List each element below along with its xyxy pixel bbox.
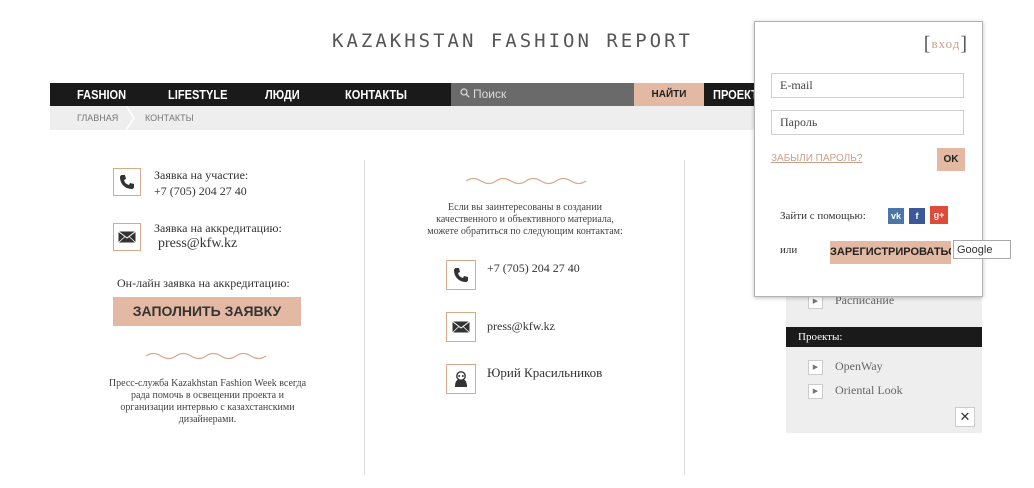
accreditation-label: Заявка на аккредитацию: xyxy=(154,221,282,235)
login-popup: [вход] ЗАБЫЛИ ПАРОЛЬ? OK Зайти с помощью… xyxy=(754,21,983,297)
nav-item-projects[interactable]: ПРОЕКТ xyxy=(713,83,758,106)
register-button[interactable]: ЗАРЕГИСТРИРОВАТЬСЯ xyxy=(830,241,951,264)
search-icon xyxy=(460,83,470,106)
vk-icon[interactable]: vk xyxy=(888,208,904,224)
nav-item-fashion[interactable]: FASHION xyxy=(77,83,126,106)
social-login-label: Зайти с помощью: xyxy=(780,210,866,222)
online-application-label: Он-лайн заявка на аккредитацию: xyxy=(117,276,290,290)
nav-item-contacts[interactable]: КОНТАКТЫ xyxy=(345,83,407,106)
sidebar-item-openway[interactable]: ▶ OpenWay xyxy=(808,359,883,375)
column-divider xyxy=(684,160,685,475)
email-field[interactable] xyxy=(771,73,964,98)
projects-header: Проекты: xyxy=(786,327,982,347)
contact-phone[interactable]: +7 (705) 204 27 40 xyxy=(487,261,580,276)
phone-icon xyxy=(446,260,476,290)
mail-icon xyxy=(113,223,141,251)
forgot-password-link[interactable]: ЗАБЫЛИ ПАРОЛЬ? xyxy=(771,153,862,164)
breadcrumb-separator-icon xyxy=(125,106,135,130)
login-ok-button[interactable]: OK xyxy=(937,148,965,171)
arrow-right-icon: ▶ xyxy=(808,383,823,399)
breadcrumb-current: КОНТАКТЫ xyxy=(145,113,194,123)
arrow-right-icon: ▶ xyxy=(808,359,823,375)
breadcrumb-home[interactable]: ГЛАВНАЯ xyxy=(77,106,118,130)
breadcrumb: ГЛАВНАЯ КОНТАКТЫ xyxy=(50,106,770,130)
login-title: [вход] xyxy=(923,33,968,55)
search-button[interactable]: НАЙТИ xyxy=(634,83,704,106)
tooltip: Google xyxy=(953,240,1011,259)
google-plus-icon[interactable]: g+ xyxy=(930,206,948,224)
nav-item-people[interactable]: ЛЮДИ xyxy=(265,83,300,106)
site-logo[interactable]: KAZAKHSTAN FASHION REPORT xyxy=(332,30,693,52)
column-divider xyxy=(364,160,365,475)
main-nav: FASHION LIFESTYLE ЛЮДИ КОНТАКТЫ Поиск НА… xyxy=(50,83,770,106)
person-icon xyxy=(446,364,476,394)
contact-email[interactable]: press@kfw.kz xyxy=(487,319,555,334)
search-input[interactable]: Поиск xyxy=(451,83,634,106)
sidebar-item-oriental-look[interactable]: ▶ Oriental Look xyxy=(808,383,903,399)
application-label: Заявка на участие: xyxy=(154,168,249,182)
sidebar-panel: ▶ Расписание Проекты: ▶ OpenWay ▶ Oriental … xyxy=(786,280,982,433)
wave-divider-icon xyxy=(145,352,267,360)
contact-person-name: Юрий Красильников xyxy=(487,365,603,380)
mail-icon xyxy=(446,312,476,342)
wave-divider-icon xyxy=(465,177,587,185)
close-icon[interactable]: ✕ xyxy=(955,407,975,427)
contact-intro-text: Если вы заинтересованы в создании качест… xyxy=(427,202,623,237)
facebook-icon[interactable]: f xyxy=(909,208,925,224)
press-service-text: Пресс-служба Kazakhstan Fashion Week все… xyxy=(108,378,307,425)
or-label: или xyxy=(780,244,798,256)
accreditation-email[interactable]: press@kfw.kz xyxy=(158,236,237,252)
password-field[interactable] xyxy=(771,110,964,135)
nav-item-lifestyle[interactable]: LIFESTYLE xyxy=(168,83,228,106)
search-placeholder: Поиск xyxy=(473,87,507,101)
phone-icon xyxy=(113,168,141,196)
application-phone[interactable]: +7 (705) 204 27 40 xyxy=(154,184,247,199)
fill-application-button[interactable]: ЗАПОЛНИТЬ ЗАЯВКУ xyxy=(113,297,301,326)
